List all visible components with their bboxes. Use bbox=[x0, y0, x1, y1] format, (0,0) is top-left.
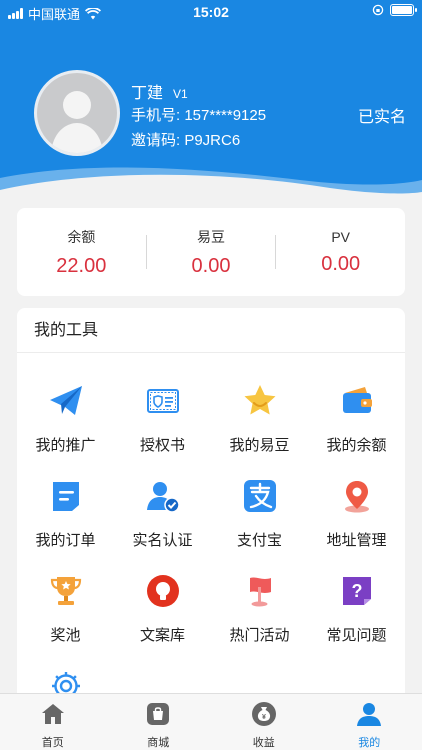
tool-label: 我的余额 bbox=[326, 437, 387, 454]
battery-icon bbox=[390, 4, 417, 16]
rotation-lock-icon bbox=[372, 4, 384, 16]
pv-label: PV bbox=[331, 228, 351, 245]
yidou-value: 0.00 bbox=[191, 254, 231, 277]
tool-label: 我的订单 bbox=[35, 532, 96, 549]
tool-label: 文案库 bbox=[139, 627, 185, 644]
tool-faq[interactable]: ? 常见问题 bbox=[308, 573, 405, 644]
user-level: V1 bbox=[173, 87, 188, 101]
header-wave bbox=[0, 167, 422, 200]
balance-item[interactable]: 余额 22.00 bbox=[17, 227, 146, 278]
pv-value: 0.00 bbox=[321, 252, 361, 275]
tools-card: 我的工具 我的推广 授权书 我的易豆 我的余额 我的订单 实名认证 支付宝 地址… bbox=[17, 308, 405, 708]
tool-promotion[interactable]: 我的推广 bbox=[17, 383, 114, 454]
status-time: 15:02 bbox=[193, 4, 229, 20]
balance-card: 余额 22.00 易豆 0.00 PV 0.00 bbox=[17, 208, 405, 296]
tab-label: 我的 bbox=[358, 737, 381, 749]
default-avatar-icon bbox=[37, 73, 117, 153]
tools-grid: 我的推广 授权书 我的易豆 我的余额 我的订单 实名认证 支付宝 地址管理 奖池… bbox=[17, 383, 405, 728]
tab-bar: 首页 商城 ¥ 收益 我的 bbox=[0, 693, 422, 750]
tool-yidou[interactable]: 我的易豆 bbox=[211, 383, 308, 454]
tool-label: 我的推广 bbox=[35, 437, 96, 454]
person-icon bbox=[357, 703, 382, 726]
trophy-icon bbox=[50, 577, 81, 605]
pv-item[interactable]: PV 0.00 bbox=[276, 229, 405, 276]
tool-label: 我的易豆 bbox=[229, 437, 290, 454]
profile-header: 中国联通 15:02 丁建 V1 手机号: 157****9125 邀请码: P… bbox=[0, 0, 422, 200]
tab-label: 收益 bbox=[252, 737, 275, 749]
tab-earnings[interactable]: ¥ 收益 bbox=[211, 694, 317, 750]
tool-label: 奖池 bbox=[50, 627, 81, 644]
money-bag-icon: ¥ bbox=[251, 702, 276, 726]
question-icon: ? bbox=[342, 577, 371, 605]
user-phone: 手机号: 157****9125 bbox=[131, 107, 267, 124]
home-icon bbox=[41, 704, 64, 724]
balance-label: 余额 bbox=[67, 228, 96, 245]
bulb-icon bbox=[146, 575, 179, 607]
tab-label: 商城 bbox=[147, 737, 170, 749]
svg-text:?: ? bbox=[351, 581, 362, 601]
tool-orders[interactable]: 我的订单 bbox=[17, 478, 114, 549]
order-doc-icon bbox=[52, 482, 79, 511]
tool-alipay[interactable]: 支付宝 bbox=[211, 478, 308, 549]
status-bar: 中国联通 15:02 bbox=[0, 0, 422, 24]
tool-label: 实名认证 bbox=[132, 532, 193, 549]
flag-icon bbox=[249, 577, 271, 607]
certificate-icon bbox=[146, 389, 179, 413]
tool-prize-pool[interactable]: 奖池 bbox=[17, 573, 114, 644]
tool-authorization[interactable]: 授权书 bbox=[114, 383, 211, 454]
tools-title: 我的工具 bbox=[17, 308, 405, 353]
paper-plane-icon bbox=[49, 386, 82, 415]
tool-copy-library[interactable]: 文案库 bbox=[114, 573, 211, 644]
tool-label: 授权书 bbox=[139, 437, 185, 454]
shop-bag-icon bbox=[147, 703, 170, 725]
yidou-label: 易豆 bbox=[197, 228, 225, 245]
user-name: 丁建 bbox=[131, 85, 164, 102]
tool-label: 地址管理 bbox=[326, 532, 387, 549]
tab-shop[interactable]: 商城 bbox=[106, 694, 212, 750]
tool-address[interactable]: 地址管理 bbox=[308, 478, 405, 549]
star-icon bbox=[244, 385, 275, 415]
verification-status[interactable]: 已实名 bbox=[358, 103, 406, 127]
alipay-icon bbox=[243, 480, 276, 512]
yidou-item[interactable]: 易豆 0.00 bbox=[147, 227, 276, 278]
tool-label: 支付宝 bbox=[236, 532, 282, 549]
svg-text:¥: ¥ bbox=[262, 714, 266, 721]
avatar[interactable] bbox=[34, 70, 120, 156]
tool-label: 热门活动 bbox=[229, 627, 290, 644]
tool-label: 常见问题 bbox=[326, 627, 387, 644]
tab-mine[interactable]: 我的 bbox=[317, 694, 422, 750]
location-pin-icon bbox=[344, 481, 369, 513]
balance-value: 22.00 bbox=[56, 254, 107, 277]
tab-home[interactable]: 首页 bbox=[0, 694, 106, 750]
invite-code: 邀请码: P9JRC6 bbox=[131, 132, 241, 149]
tool-real-name[interactable]: 实名认证 bbox=[114, 478, 211, 549]
tool-balance[interactable]: 我的余额 bbox=[308, 383, 405, 454]
user-verified-icon bbox=[146, 482, 180, 513]
tab-label: 首页 bbox=[41, 737, 64, 749]
tool-hot-events[interactable]: 热门活动 bbox=[211, 573, 308, 644]
wallet-icon bbox=[342, 387, 372, 413]
